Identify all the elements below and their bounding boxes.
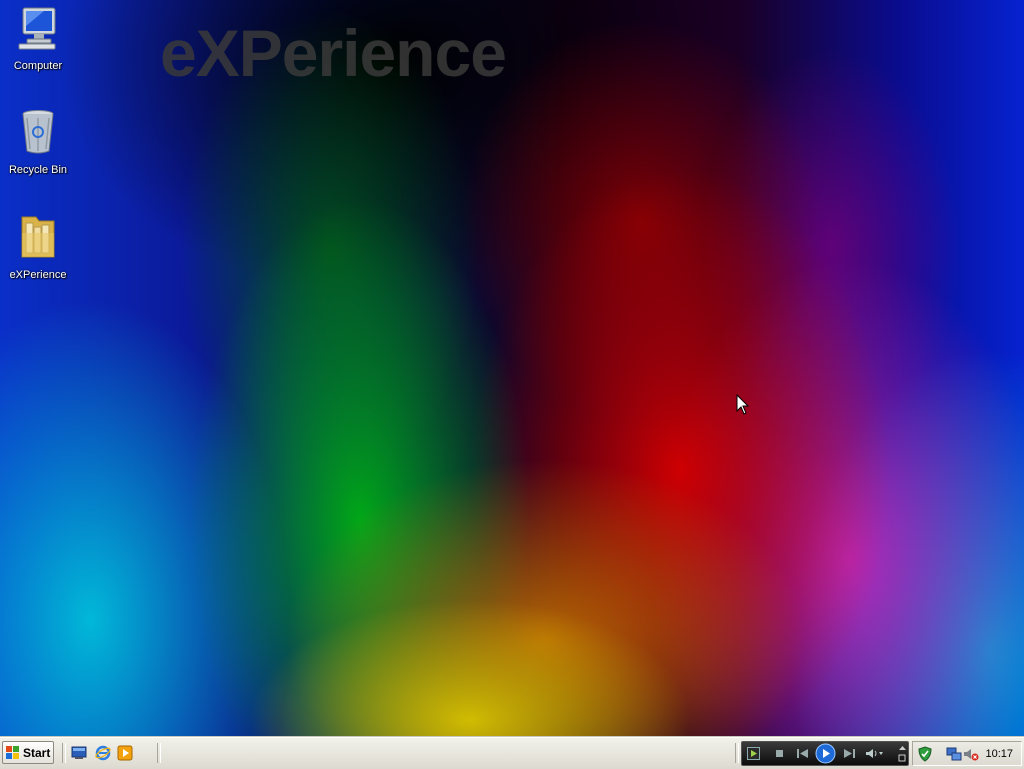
next-icon[interactable]	[840, 747, 858, 760]
media-player-icon[interactable]	[117, 745, 133, 761]
wallpaper-watermark: eXPerience	[160, 16, 507, 90]
volume-muted-icon[interactable]	[963, 746, 979, 762]
media-player-icon[interactable]	[747, 747, 760, 760]
mouse-pointer-icon	[736, 394, 750, 415]
folder-icon	[21, 216, 55, 258]
desktop-icon-recycle-bin[interactable]: Recycle Bin	[0, 108, 76, 176]
show-desktop-icon[interactable]	[71, 745, 87, 761]
desktop[interactable]: eXPerience Computer Recycle Bin eXPerien…	[0, 0, 1024, 737]
restore-player-icon[interactable]	[898, 744, 907, 763]
desktop-icon-label: Computer	[13, 60, 63, 72]
internet-explorer-icon[interactable]	[95, 745, 111, 761]
security-shield-icon[interactable]	[917, 746, 933, 762]
volume-icon[interactable]	[864, 747, 884, 760]
desktop-icon-experience-folder[interactable]: eXPerience	[0, 213, 76, 281]
windows-logo-icon	[6, 745, 19, 759]
desktop-icon-label: Recycle Bin	[8, 164, 68, 176]
previous-icon[interactable]	[794, 747, 812, 760]
stop-icon[interactable]	[774, 747, 786, 760]
taskbar: Start 10:17	[0, 737, 1024, 769]
play-icon[interactable]	[815, 743, 836, 764]
notification-area: 10:17	[912, 741, 1022, 766]
taskbar-separator	[735, 743, 739, 763]
desktop-icon-label: eXPerience	[9, 269, 67, 281]
start-label: Start	[23, 745, 51, 760]
recycle-bin-icon	[22, 110, 54, 154]
media-player-toolbar	[741, 741, 909, 766]
taskbar-separator	[62, 743, 66, 763]
taskbar-separator	[157, 743, 161, 763]
taskbar-clock[interactable]: 10:17	[985, 748, 1013, 760]
computer-icon	[18, 7, 56, 50]
desktop-icon-computer[interactable]: Computer	[0, 4, 76, 72]
start-button[interactable]: Start	[2, 741, 54, 764]
network-icon[interactable]	[946, 746, 962, 762]
